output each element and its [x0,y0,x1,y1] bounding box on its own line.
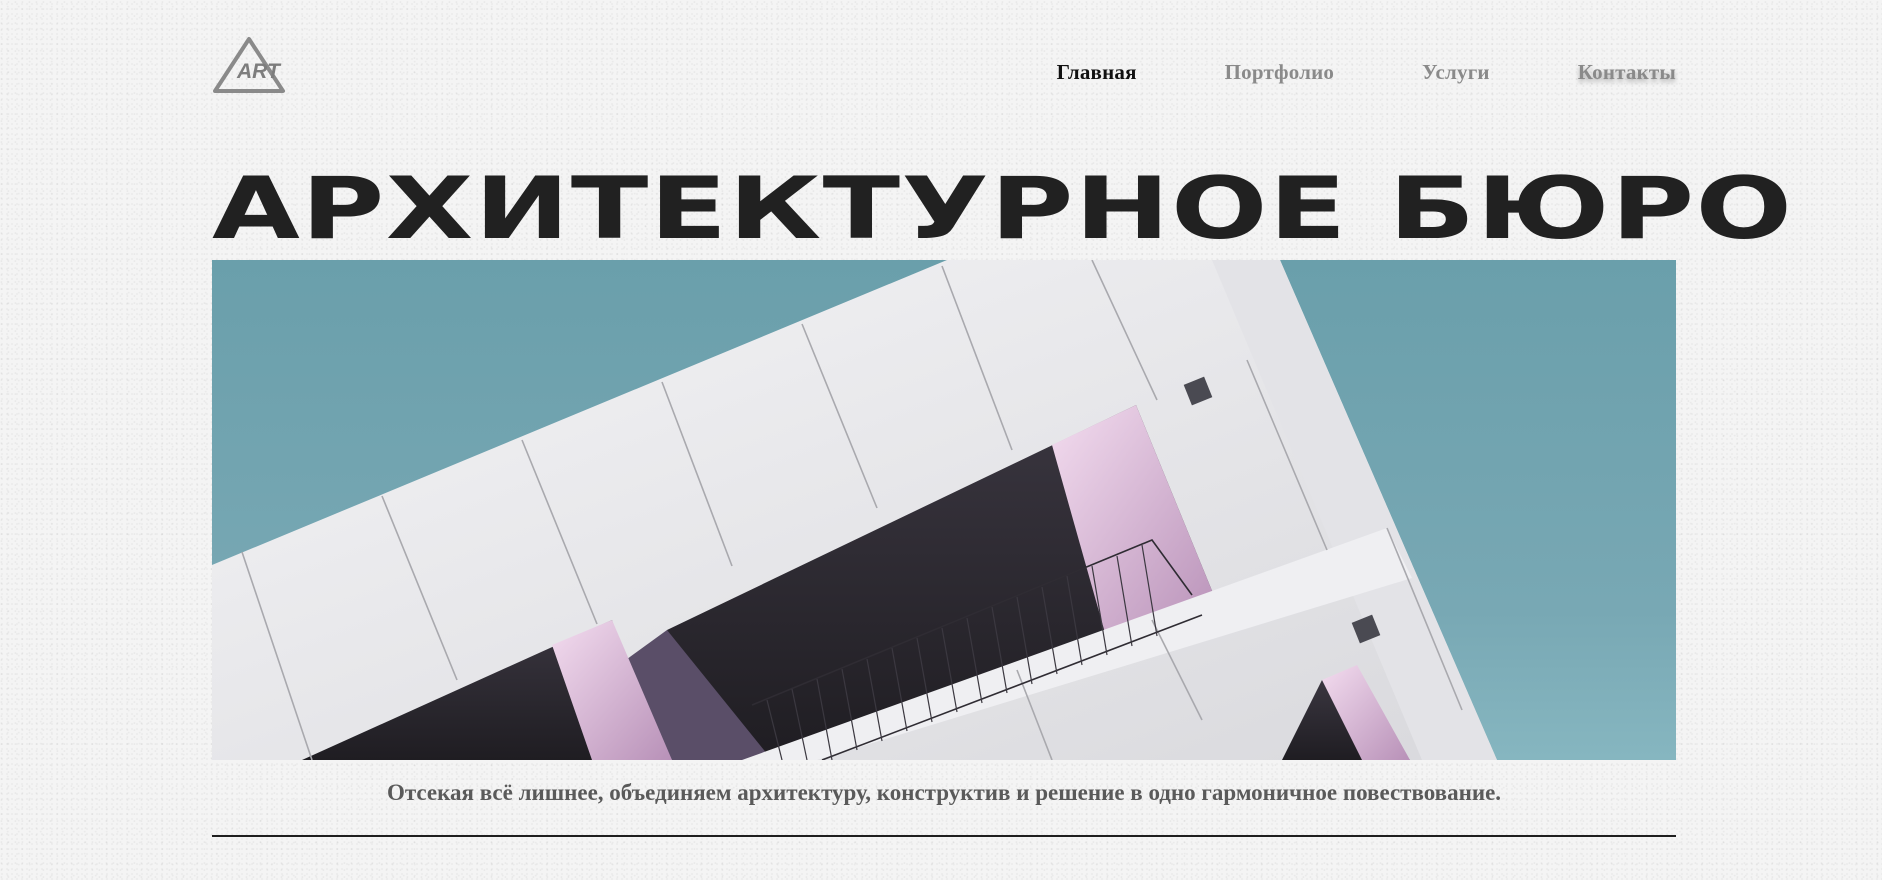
nav-item-contacts[interactable]: Контакты [1578,60,1676,85]
main-nav: Главная Портфолио Услуги Контакты [1057,60,1676,85]
section-divider [212,835,1676,837]
building-photo [212,260,1497,760]
page: ART Главная Портфолио Услуги Контакты АР… [0,0,1882,880]
logo-link[interactable]: ART [212,36,286,94]
nav-item-portfolio[interactable]: Портфолио [1225,60,1335,85]
hero-image [212,260,1676,760]
nav-item-services[interactable]: Услуги [1422,60,1490,85]
logo-triangle-icon: ART [213,37,285,93]
hero-tagline: Отсекая всё лишнее, объединяем архитекту… [386,780,1502,805]
logo-text: ART [236,60,282,83]
hero-title: АРХИТЕКТУРНОЕ БЮРО [212,159,1794,259]
nav-item-home[interactable]: Главная [1057,60,1137,85]
